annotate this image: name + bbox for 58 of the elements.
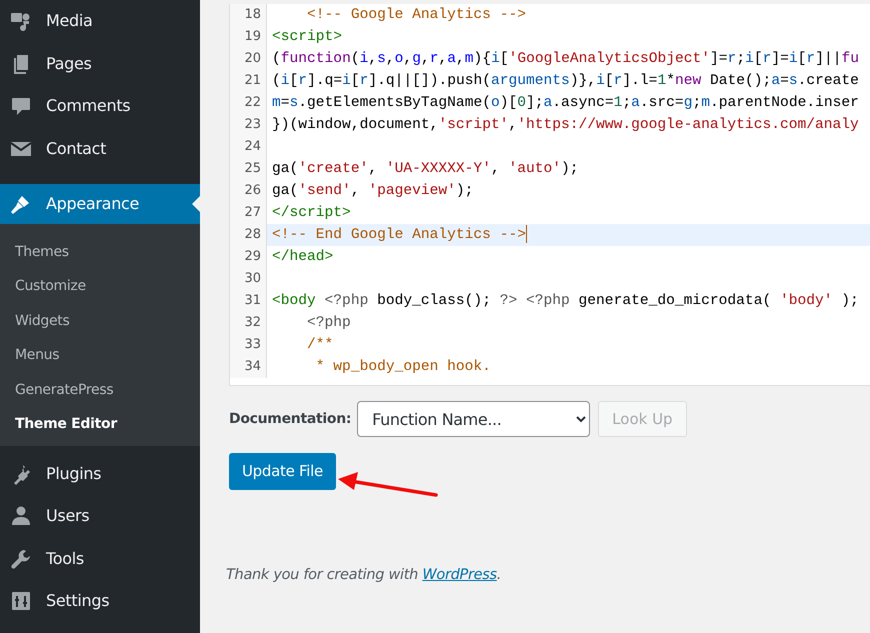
- images-icon: [10, 10, 32, 32]
- line-number: 27: [230, 202, 267, 224]
- update-file-button[interactable]: Update File: [229, 453, 336, 490]
- line-number: 23: [230, 114, 267, 136]
- code-line: <script>: [271, 28, 344, 47]
- sidebar-item[interactable]: Appearance: [0, 184, 200, 224]
- wordpress-link[interactable]: WordPress: [422, 567, 497, 583]
- documentation-label: Documentation:: [229, 410, 352, 428]
- code-line: /**: [306, 336, 334, 355]
- line-number: 21: [230, 70, 267, 92]
- code-line: </head>: [271, 248, 334, 267]
- submenu-item[interactable]: Theme Editor: [0, 406, 200, 442]
- line-number: 30: [230, 268, 267, 290]
- code-line: (function(i,s,o,g,r,a,m){i['GoogleAnalyticsObject']=r;i[r]=i[r]||fu: [271, 50, 860, 69]
- submenu-item[interactable]: Widgets: [0, 304, 200, 338]
- speech-bubble-icon: [10, 95, 32, 118]
- submenu-item[interactable]: Customize: [0, 269, 200, 304]
- code-line: <?php: [306, 314, 352, 333]
- code-line: })(window,document,'script','https://www.google-analytics.com/analy: [271, 116, 860, 135]
- line-number: 29: [230, 246, 267, 268]
- sidebar-item[interactable]: Tools: [0, 537, 200, 580]
- line-number: 19: [230, 26, 267, 48]
- line-number: 25: [230, 158, 267, 180]
- code-editor[interactable]: [229, 4, 870, 386]
- sidebar-item[interactable]: Media: [0, 0, 200, 42]
- sidebar-item[interactable]: Settings: [0, 580, 200, 622]
- line-number: 28: [230, 224, 267, 246]
- line-number: 33: [230, 334, 267, 356]
- line-number: 20: [230, 48, 267, 70]
- footer-text: Thank you for creating with WordPress.: [226, 566, 502, 585]
- submenu-item[interactable]: Themes: [0, 235, 200, 270]
- code-line: (i[r].q=i[r].q||[]).push(arguments)},i[r].l=1*new Date();a=s.create: [271, 72, 860, 91]
- code-line: <!-- Google Analytics -->: [306, 6, 527, 25]
- person-icon: [10, 505, 32, 528]
- sidebar-item[interactable]: Users: [0, 494, 200, 538]
- code-line: * wp_body_open hook.: [314, 358, 492, 377]
- submenu-item[interactable]: GeneratePress: [0, 372, 200, 407]
- line-number: 32: [230, 312, 267, 334]
- function-name-select[interactable]: Function Name...: [357, 401, 590, 437]
- sidebar-item[interactable]: Comments: [0, 85, 200, 128]
- line-number: 22: [230, 92, 267, 114]
- wrench-icon: [10, 548, 32, 570]
- code-line: ga('send', 'pageview');: [271, 182, 474, 201]
- sliders-icon: [10, 590, 32, 612]
- line-number: 26: [230, 180, 267, 202]
- code-line: <body <?php body_class(); ?> <?php generate_do_microdata( 'body' );: [271, 292, 860, 311]
- paintbrush-icon: [10, 193, 32, 215]
- sidebar-item[interactable]: Pages: [0, 42, 200, 85]
- code-line: </script>: [271, 204, 352, 223]
- line-number: 18: [230, 4, 267, 26]
- code-line: ga('create', 'UA-XXXXX-Y', 'auto');: [271, 160, 580, 179]
- sidebar-item[interactable]: Contact: [0, 128, 200, 170]
- line-number: 24: [230, 136, 267, 158]
- sidebar-item[interactable]: Plugins: [0, 452, 200, 495]
- code-line: m=s.getElementsByTagName(o)[0];a.async=1;a.src=g;m.parentNode.inser: [271, 94, 860, 113]
- submenu-item[interactable]: Menus: [0, 338, 200, 373]
- line-number: 31: [230, 290, 267, 312]
- line-number: 34: [230, 356, 267, 378]
